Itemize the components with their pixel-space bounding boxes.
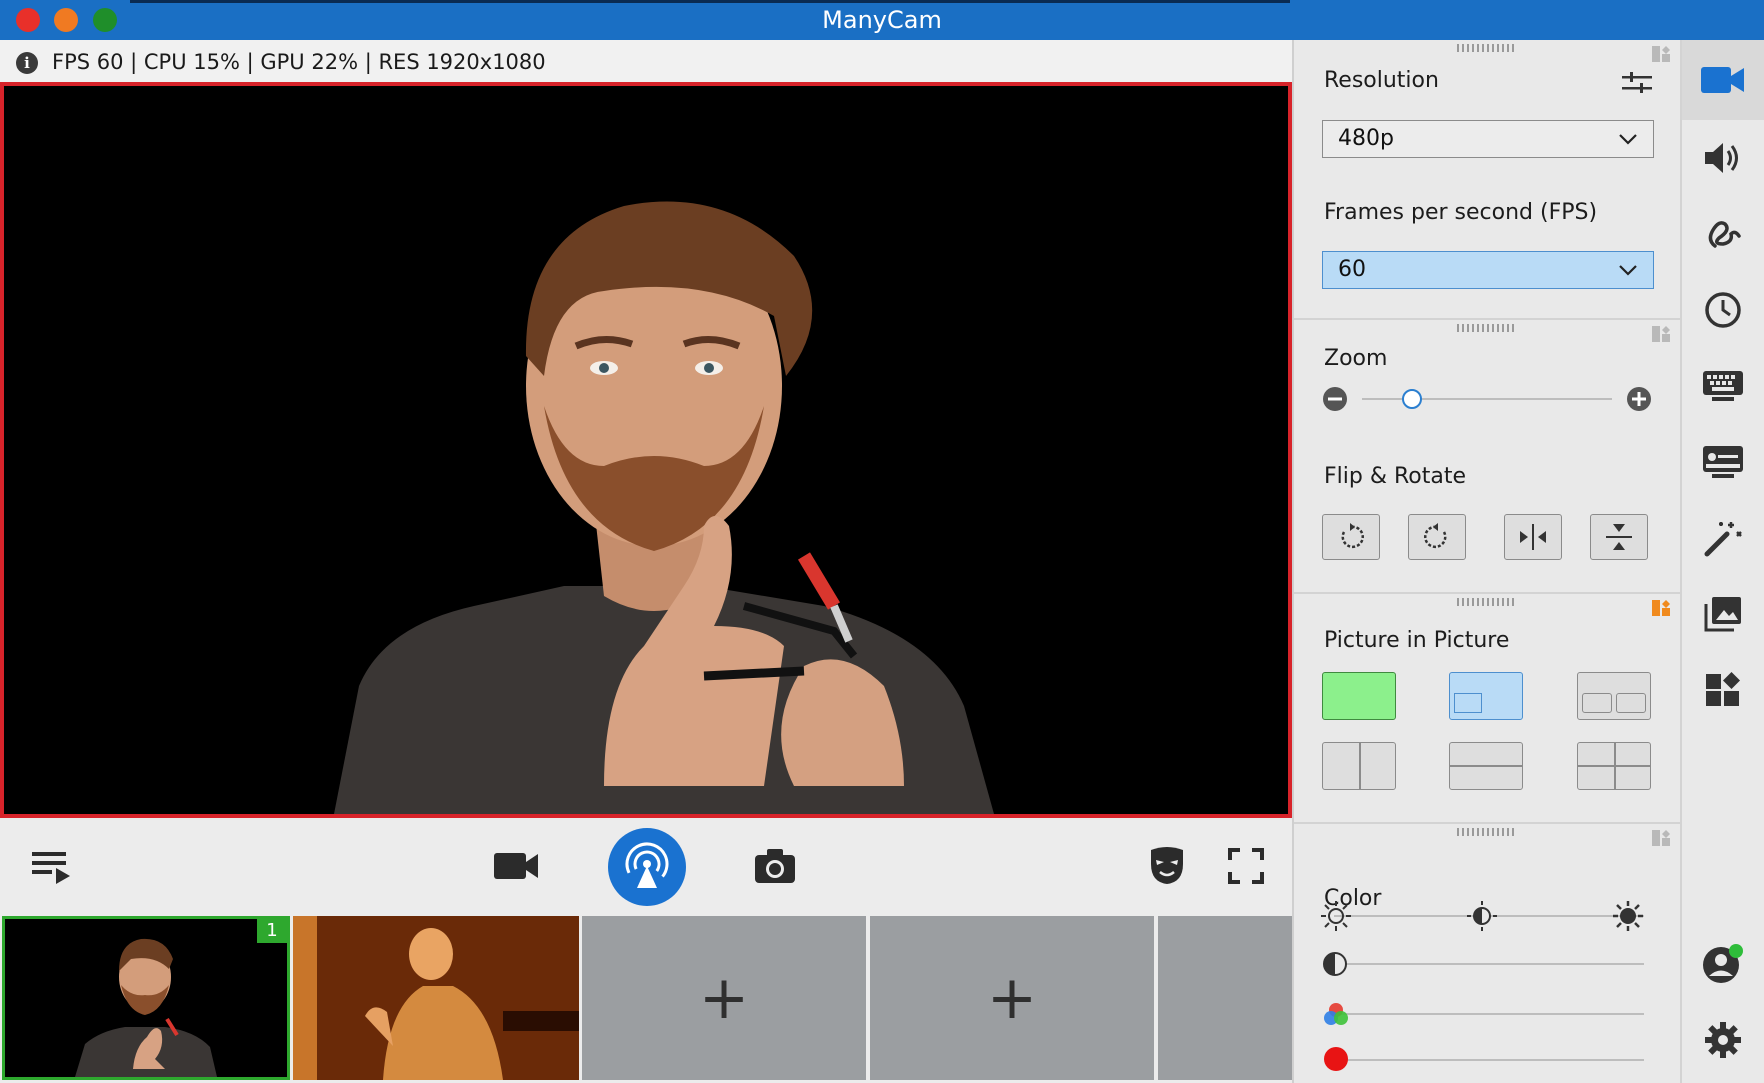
audio-icon[interactable] bbox=[1682, 120, 1764, 196]
lower-thirds-icon[interactable] bbox=[1682, 424, 1764, 500]
media-icon[interactable] bbox=[1682, 576, 1764, 652]
video-icon[interactable] bbox=[1682, 40, 1764, 120]
source-slot-partial[interactable] bbox=[1158, 916, 1292, 1080]
flip-vertical-button[interactable] bbox=[1590, 514, 1648, 560]
clock-icon[interactable] bbox=[1682, 272, 1764, 348]
pin-section-icon[interactable] bbox=[1652, 326, 1670, 344]
stats-readout: FPS 60 | CPU 15% | GPU 22% | RES 1920x10… bbox=[52, 50, 546, 74]
mask-icon[interactable] bbox=[1146, 844, 1188, 888]
add-icon: + bbox=[698, 963, 750, 1033]
resolution-select[interactable]: 480p bbox=[1322, 120, 1654, 158]
source-number-badge: 1 bbox=[257, 919, 287, 943]
red-slider-track[interactable] bbox=[1334, 1059, 1644, 1061]
broadcast-button[interactable] bbox=[608, 828, 686, 906]
fps-value: 60 bbox=[1338, 257, 1366, 282]
flip-rotate-label: Flip & Rotate bbox=[1324, 464, 1467, 489]
broadcast-icon bbox=[625, 842, 669, 888]
settings-panel: Resolution 480p Frames per second (FPS) … bbox=[1292, 40, 1680, 1083]
resolution-label: Resolution bbox=[1324, 68, 1439, 93]
playlist-icon[interactable] bbox=[28, 846, 74, 886]
fps-select[interactable]: 60 bbox=[1322, 251, 1654, 289]
zoom-in-icon[interactable] bbox=[1626, 386, 1652, 412]
widgets-icon[interactable] bbox=[1682, 652, 1764, 728]
brightness-high-icon[interactable] bbox=[1612, 900, 1644, 932]
saturation-slider-thumb[interactable] bbox=[1322, 1001, 1350, 1027]
pip-layout-single[interactable] bbox=[1322, 672, 1396, 720]
pin-section-icon[interactable] bbox=[1652, 600, 1670, 618]
flip-vertical-icon bbox=[1606, 524, 1632, 550]
snapshot-camera-icon[interactable] bbox=[752, 844, 798, 888]
flip-horizontal-button[interactable] bbox=[1504, 514, 1562, 560]
source-thumbnail-1[interactable]: 1 bbox=[2, 916, 290, 1080]
app-title: ManyCam bbox=[822, 6, 942, 34]
chevron-down-icon bbox=[1619, 265, 1637, 276]
pin-section-icon[interactable] bbox=[1652, 830, 1670, 848]
contrast-slider-track[interactable] bbox=[1334, 963, 1644, 965]
brightness-low-icon[interactable] bbox=[1320, 900, 1352, 932]
info-icon[interactable]: i bbox=[16, 52, 38, 74]
user-account-icon[interactable] bbox=[1682, 926, 1764, 1002]
source-1-preview bbox=[75, 938, 217, 1077]
add-icon: + bbox=[986, 963, 1038, 1033]
drag-handle[interactable] bbox=[1457, 828, 1517, 836]
add-source-button-2[interactable]: + bbox=[870, 916, 1154, 1080]
title-bar: ManyCam bbox=[0, 0, 1764, 40]
pip-layout-split-vertical[interactable] bbox=[1322, 742, 1396, 790]
drag-handle[interactable] bbox=[1457, 598, 1517, 606]
pip-layout-side-small[interactable] bbox=[1577, 672, 1651, 720]
chevron-down-icon bbox=[1619, 134, 1637, 145]
pip-layout-split-horizontal[interactable] bbox=[1449, 742, 1523, 790]
feature-rail bbox=[1680, 40, 1764, 1083]
pip-label: Picture in Picture bbox=[1324, 628, 1510, 653]
fullscreen-icon[interactable] bbox=[1224, 844, 1268, 888]
resolution-value: 480p bbox=[1338, 126, 1394, 151]
brightness-slider-thumb[interactable] bbox=[1466, 900, 1498, 932]
contrast-slider-thumb[interactable] bbox=[1322, 951, 1348, 977]
stats-bar: i FPS 60 | CPU 15% | GPU 22% | RES 1920x… bbox=[0, 40, 1292, 82]
zoom-slider-thumb[interactable] bbox=[1402, 389, 1422, 409]
main-preview[interactable] bbox=[0, 82, 1292, 818]
video-camera-icon[interactable] bbox=[492, 846, 540, 886]
red-slider-thumb[interactable] bbox=[1324, 1047, 1348, 1071]
pip-layout-pip[interactable] bbox=[1449, 672, 1523, 720]
effects-wand-icon[interactable] bbox=[1682, 500, 1764, 576]
zoom-slider-track[interactable] bbox=[1362, 398, 1612, 400]
zoom-out-icon[interactable] bbox=[1322, 386, 1348, 412]
bottom-toolbar bbox=[0, 818, 1292, 914]
scribble-icon[interactable] bbox=[1682, 196, 1764, 272]
source-thumbnail-2[interactable] bbox=[293, 916, 579, 1080]
presenter-video-frame bbox=[334, 201, 994, 814]
rotate-left-button[interactable] bbox=[1322, 514, 1380, 560]
keyboard-icon[interactable] bbox=[1682, 348, 1764, 424]
pin-section-icon[interactable] bbox=[1652, 46, 1670, 64]
add-source-button-1[interactable]: + bbox=[582, 916, 866, 1080]
flip-horizontal-icon bbox=[1520, 524, 1546, 550]
rotate-left-icon bbox=[1341, 523, 1364, 549]
settings-gear-icon[interactable] bbox=[1682, 1002, 1764, 1078]
saturation-slider-track[interactable] bbox=[1334, 1013, 1644, 1015]
pip-layout-quad[interactable] bbox=[1577, 742, 1651, 790]
zoom-label: Zoom bbox=[1324, 346, 1388, 371]
color-section: Color bbox=[1294, 824, 1680, 1083]
manycam-window: ManyCam i FPS 60 | CPU 15% | GPU 22% | R… bbox=[0, 0, 1764, 1083]
drag-handle[interactable] bbox=[1457, 324, 1517, 332]
drag-handle[interactable] bbox=[1457, 44, 1517, 52]
video-settings-section: Resolution 480p Frames per second (FPS) … bbox=[1294, 40, 1680, 320]
pip-inset-shape bbox=[1454, 693, 1482, 713]
fps-label: Frames per second (FPS) bbox=[1324, 200, 1598, 225]
rotate-right-button[interactable] bbox=[1408, 514, 1466, 560]
source-strip: 1 + + bbox=[0, 914, 1292, 1083]
adjust-settings-icon[interactable] bbox=[1622, 72, 1652, 94]
rotate-right-icon bbox=[1424, 523, 1447, 549]
source-2-preview bbox=[293, 916, 579, 1080]
